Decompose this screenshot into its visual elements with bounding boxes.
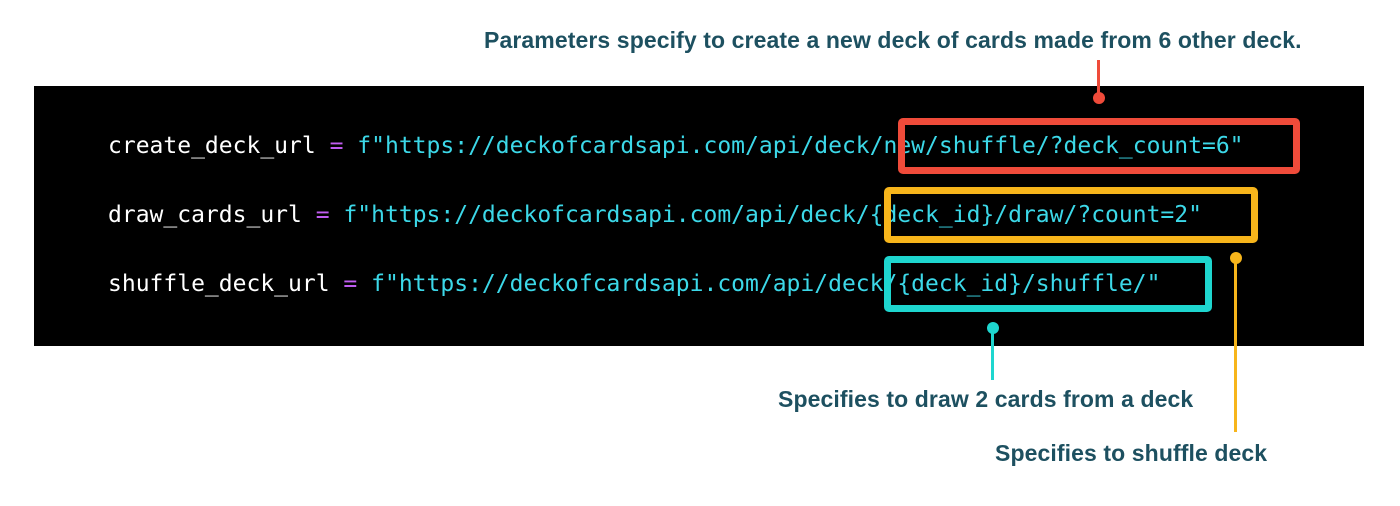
draw-cards-annotation: Specifies to draw 2 cards from a deck	[778, 386, 1194, 412]
create-params-leader-dot	[1093, 92, 1105, 104]
assignment-operator: =	[315, 202, 330, 228]
draw-params-highlight	[884, 187, 1258, 243]
create-params-highlight	[898, 118, 1300, 174]
assignment-operator: =	[343, 271, 358, 297]
shuffle-deck-annotation: Specifies to shuffle deck	[995, 440, 1268, 466]
shuffle-params-leader-dot	[987, 322, 999, 334]
shuffle-params-leader-line	[991, 328, 994, 380]
variable-name: shuffle_deck_url	[108, 271, 330, 297]
create-params-leader-line	[1097, 60, 1100, 96]
draw-params-leader-line	[1234, 258, 1237, 432]
variable-name: create_deck_url	[108, 133, 316, 159]
create-deck-annotation: Parameters specify to create a new deck …	[484, 27, 1302, 53]
shuffle-params-highlight	[884, 256, 1212, 312]
assignment-operator: =	[329, 133, 344, 159]
variable-name: draw_cards_url	[108, 202, 302, 228]
draw-params-leader-dot	[1230, 252, 1242, 264]
